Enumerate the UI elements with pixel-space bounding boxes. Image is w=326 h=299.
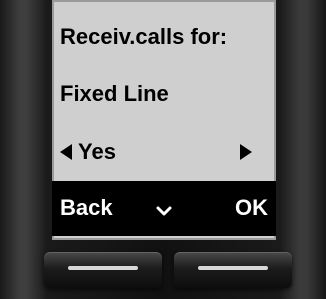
setting-value: Fixed Line [60, 81, 169, 106]
option-selected-label: Yes [78, 139, 116, 164]
softkey-bar: Back OK [52, 181, 276, 236]
left-hardware-key[interactable] [44, 252, 162, 288]
ok-softkey[interactable]: OK [235, 195, 268, 221]
triangle-left-icon[interactable] [60, 144, 72, 160]
triangle-right-icon[interactable] [240, 144, 252, 160]
right-hardware-key[interactable] [174, 252, 292, 288]
display-screen: Receiv.calls for: Fixed Line Yes Back OK [52, 0, 276, 240]
back-softkey[interactable]: Back [60, 195, 113, 221]
option-selector[interactable]: Yes [60, 139, 268, 167]
right-key-indicator [198, 266, 268, 270]
chevron-down-icon[interactable] [156, 205, 172, 217]
bezel-highlight-left [0, 0, 48, 299]
setting-title: Receiv.calls for: [60, 24, 228, 49]
left-key-indicator [68, 266, 138, 270]
